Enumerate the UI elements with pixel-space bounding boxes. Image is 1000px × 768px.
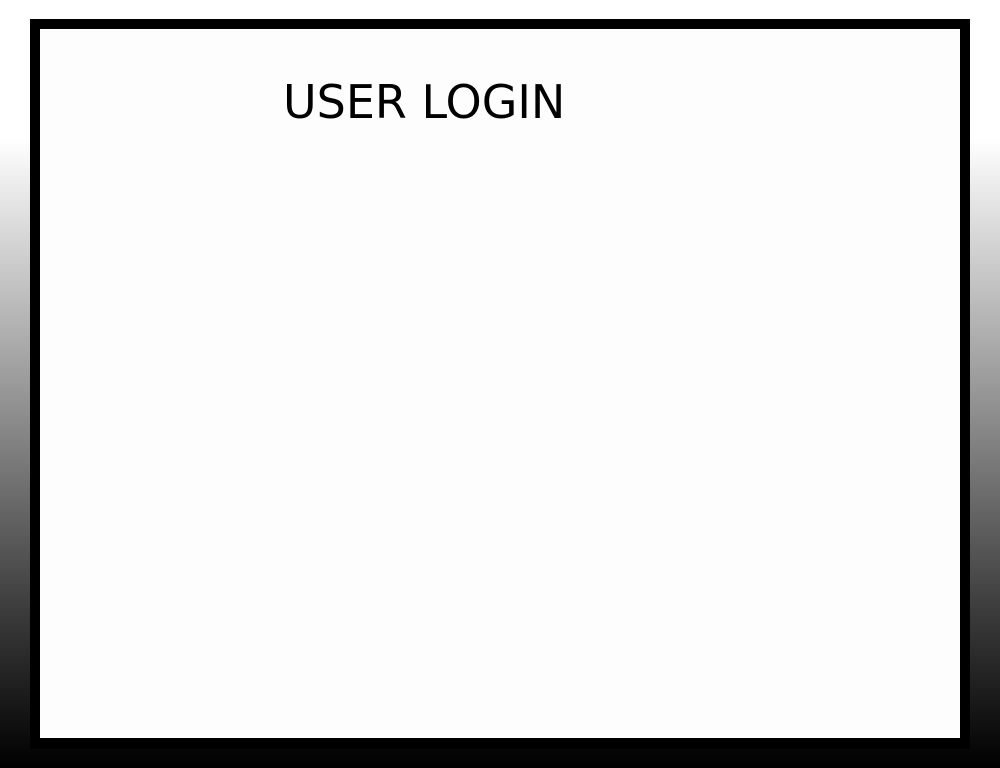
page-title: USER LOGIN — [283, 75, 566, 129]
outer-frame: USER LOGIN — [0, 0, 1000, 768]
login-panel: USER LOGIN — [40, 29, 960, 738]
